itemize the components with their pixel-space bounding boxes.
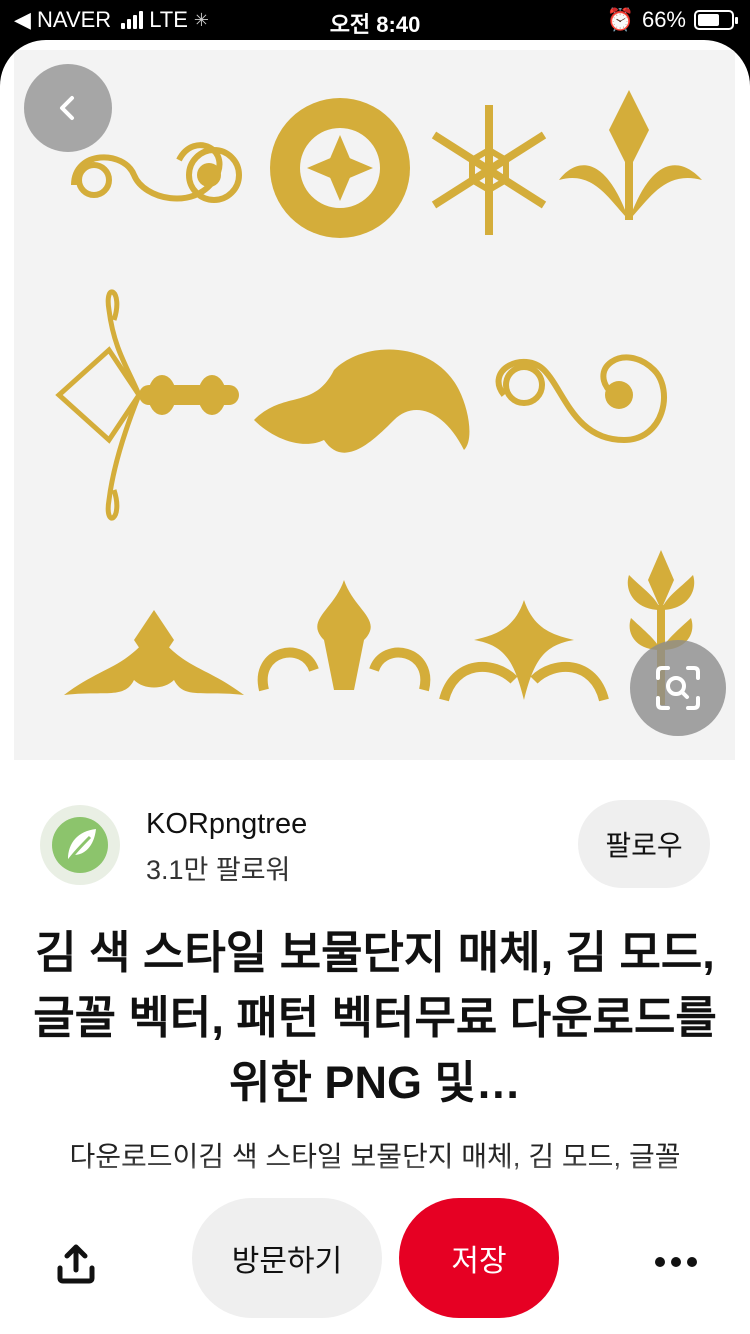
ornament-crest-2: [317, 580, 371, 690]
creator-avatar[interactable]: [40, 805, 120, 885]
visit-button[interactable]: 방문하기: [192, 1198, 382, 1318]
follower-count: 3.1만 팔로워: [146, 855, 291, 885]
lens-search-icon: [656, 666, 700, 710]
ornament-snowflake: [431, 105, 547, 235]
chevron-left-icon: [60, 96, 74, 120]
status-bar: ◀ NAVER LTE ✳ 오전 8:40 ⏰ 66%: [0, 0, 750, 40]
ornament-flower: [270, 98, 410, 238]
visual-search-button[interactable]: [630, 640, 726, 736]
ornament-crest-1: [64, 610, 244, 695]
share-icon: [57, 1244, 95, 1284]
pin-image[interactable]: [14, 50, 735, 760]
pin-detail-card: KORpngtree 3.1만 팔로워 팔로우 김 색 스타일 보물단지 매체,…: [0, 40, 750, 1334]
alarm-icon: ⏰: [606, 7, 634, 32]
ornament-acanthus: [254, 349, 470, 453]
follow-button[interactable]: 팔로우: [578, 800, 710, 888]
battery-icon: [694, 10, 738, 30]
battery-percent: 66%: [641, 7, 686, 32]
save-button[interactable]: 저장: [399, 1198, 559, 1318]
creator-name[interactable]: KORpngtree: [146, 808, 307, 841]
share-button[interactable]: [48, 1236, 104, 1292]
status-right: ⏰ 66%: [606, 7, 738, 33]
more-options-button[interactable]: [648, 1242, 704, 1282]
back-button[interactable]: [24, 64, 112, 152]
gold-ornaments-image: [55, 90, 702, 705]
ornament-crest-3: [474, 600, 574, 700]
ornament-leaf: [559, 90, 702, 220]
more-dots-icon: [655, 1257, 697, 1267]
pin-description: 다운로드이김 색 스타일 보물단지 매체, 김 모드, 글꼴: [69, 1141, 681, 1172]
leaf-logo-icon: [52, 817, 108, 873]
ornament-scroll-2: [495, 354, 667, 444]
action-bar: 방문하기 저장: [0, 1182, 750, 1334]
pin-title: 김 색 스타일 보물단지 매체, 김 모드, 글꼴 벡터, 패턴 벡터무료 다운…: [33, 927, 717, 1108]
ornament-arrow: [55, 289, 143, 521]
